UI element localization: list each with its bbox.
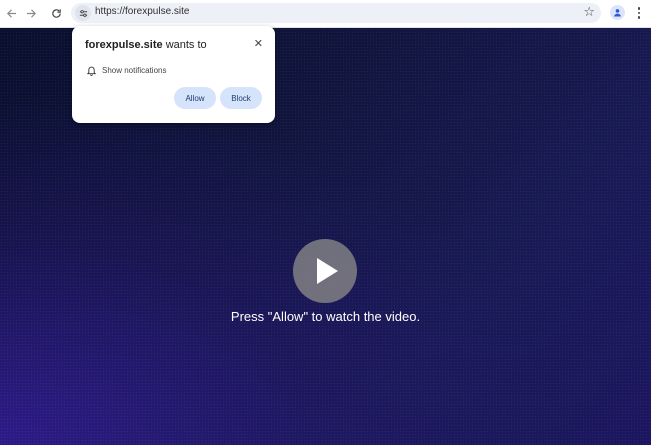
menu-button[interactable] (633, 4, 645, 22)
three-dots-icon (637, 7, 641, 10)
browser-toolbar: https://forexpulse.site ☆ (0, 0, 651, 28)
profile-button[interactable] (610, 5, 625, 20)
url-text[interactable]: https://forexpulse.site (95, 6, 190, 17)
page-caption: Press "Allow" to watch the video. (230, 309, 421, 324)
reload-button[interactable] (47, 4, 65, 22)
address-bar[interactable]: https://forexpulse.site ☆ (71, 3, 601, 23)
back-button[interactable] (2, 4, 20, 22)
close-icon[interactable]: ✕ (254, 37, 263, 50)
permission-label: Show notifications (102, 66, 167, 75)
three-dots-icon (637, 11, 641, 15)
popup-site: forexpulse.site (85, 39, 163, 51)
person-icon (614, 9, 621, 17)
star-icon[interactable]: ☆ (583, 4, 595, 20)
popup-title: forexpulse.site wants to (85, 39, 207, 51)
play-button[interactable] (293, 239, 357, 303)
popup-wants-to: wants to (162, 39, 207, 51)
arrow-left-icon (6, 8, 16, 18)
site-info-button[interactable] (75, 5, 91, 21)
play-icon (317, 258, 338, 284)
allow-button[interactable]: Allow (174, 87, 216, 109)
notification-permission-popup: forexpulse.site wants to ✕ Show notifica… (72, 26, 275, 123)
arrow-right-icon (26, 8, 36, 18)
tune-icon (79, 9, 87, 17)
block-button[interactable]: Block (220, 87, 262, 109)
bell-icon (87, 66, 96, 76)
forward-button[interactable] (22, 4, 40, 22)
three-dots-icon (637, 16, 641, 19)
reload-icon (51, 8, 61, 18)
